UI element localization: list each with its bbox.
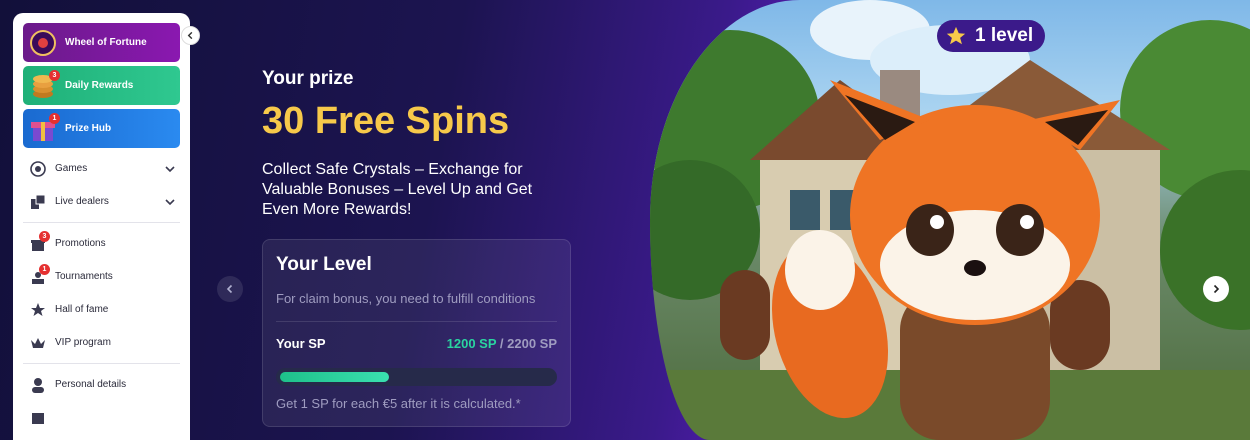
user-icon [29,376,47,394]
chevron-down-icon[interactable] [164,163,176,175]
chevron-left-icon [226,284,233,294]
sidebar-item-hall-of-fame[interactable]: Hall of fame [23,293,180,326]
gift-box-icon: 1 [29,112,60,143]
count-badge: 1 [39,263,50,275]
sidebar-item-partial[interactable] [23,401,180,434]
sidebar-item-tournaments[interactable]: 1 Tournaments [23,260,180,293]
fox-illustration [650,0,1250,440]
laurel-star-icon [29,301,47,319]
sp-progress-fill [280,372,389,382]
sidebar-item-personal-details[interactable]: Personal details [23,368,180,401]
promo-label: Daily Rewards [65,80,134,91]
sp-value: 1200 SP / 2200 SP [447,336,557,351]
promo-label: Prize Hub [65,123,112,134]
carousel-next-button[interactable] [1203,276,1229,302]
sidebar-item-label: VIP program [55,337,111,348]
sp-progress-bar [276,368,557,386]
sidebar-item-label: Tournaments [55,271,113,282]
count-badge: 1 [49,112,60,124]
chevron-left-icon [187,31,193,40]
chevron-right-icon [1213,284,1220,294]
sidebar-item-live-dealers[interactable]: Live dealers [23,185,180,218]
divider [23,222,180,223]
prize-value: 30 Free Spins [262,100,510,142]
sidebar-promo-daily-rewards[interactable]: 3 Daily Rewards [23,66,180,105]
sidebar-promo-prize-hub[interactable]: 1 Prize Hub [23,109,180,148]
coins-icon: 3 [29,69,60,100]
divider [23,363,180,364]
sidebar-item-label: Hall of fame [55,304,109,315]
gift-icon: 3 [29,230,50,253]
chevron-down-icon[interactable] [164,196,176,208]
chip-icon [29,160,47,178]
trophy-icon: 1 [29,263,50,286]
level-card-title: Your Level [276,254,372,275]
divider [276,321,557,322]
level-card: Your Level For claim bonus, you need to … [262,239,571,427]
level-card-note: Get 1 SP for each €5 after it is calcula… [276,396,521,411]
sidebar-item-label: Games [55,163,88,174]
sp-target: 2200 SP [507,336,557,351]
sidebar-item-games[interactable]: Games [23,152,180,185]
sidebar-promo-wheel-of-fortune[interactable]: Wheel of Fortune [23,23,180,62]
sp-label: Your SP [276,336,326,351]
wheel-icon [29,29,57,57]
count-badge: 3 [39,230,50,242]
sp-current: 1200 SP [446,336,497,351]
star-icon [946,26,966,45]
promo-label: Wheel of Fortune [65,37,147,48]
sidebar-collapse-button[interactable] [181,26,200,45]
sidebar-item-vip-program[interactable]: VIP program [23,326,180,359]
sp-row: Your SP 1200 SP / 2200 SP [276,336,557,351]
sidebar-item-label: Personal details [55,379,127,390]
sp-separator: / [496,336,508,351]
sidebar-item-label: Live dealers [55,196,109,207]
level-card-hint: For claim bonus, you need to fulfill con… [276,291,536,306]
prize-label: Your prize [262,68,354,89]
level-badge-label: 1 level [975,25,1034,46]
level-badge: 1 level [937,20,1045,52]
wallet-icon [29,409,47,427]
sidebar: Wheel of Fortune 3 Daily Rewards 1 Prize… [13,13,190,440]
crown-icon [29,334,47,352]
carousel-prev-button[interactable] [217,276,243,302]
cards-icon [29,193,47,211]
prize-description: Collect Safe Crystals – Exchange for Val… [262,161,533,218]
sidebar-item-label: Promotions [55,238,106,249]
fox-scene-image [650,0,1250,440]
count-badge: 3 [49,69,60,81]
sidebar-item-promotions[interactable]: 3 Promotions [23,227,180,260]
